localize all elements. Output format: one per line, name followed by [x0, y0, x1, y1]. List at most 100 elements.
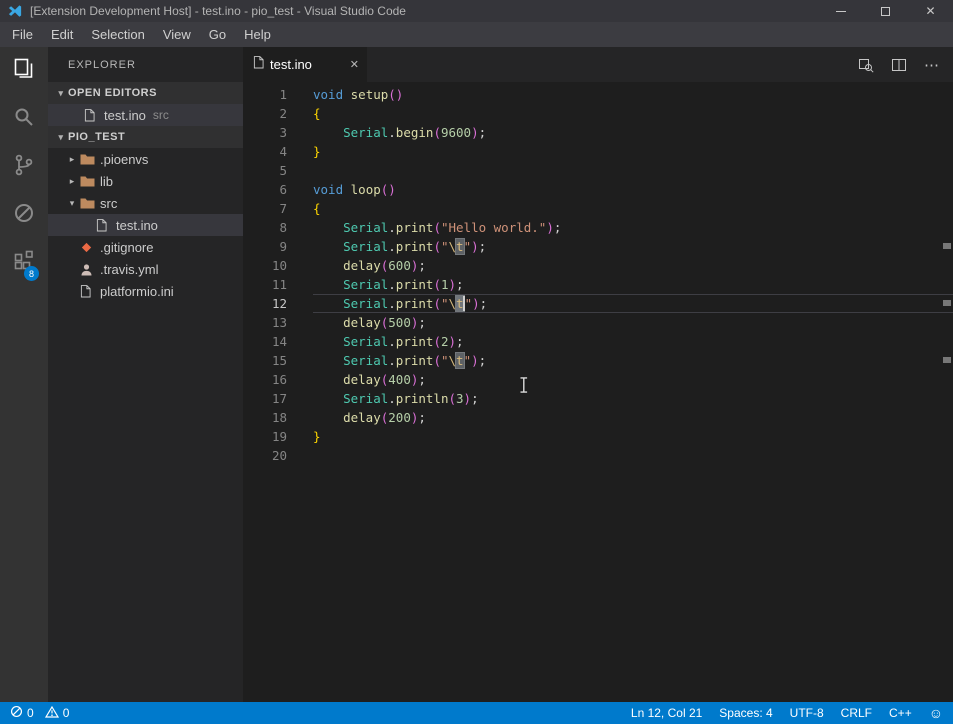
code-editor[interactable]: 1void setup()2{3 Serial.begin(9600);4}56… — [243, 82, 953, 702]
line-content[interactable]: { — [313, 199, 953, 218]
tree-item-label: .travis.yml — [100, 262, 159, 277]
code-line-9[interactable]: 9 Serial.print("\t"); — [243, 237, 953, 256]
menu-item-view[interactable]: View — [154, 22, 200, 47]
code-line-10[interactable]: 10 delay(600); — [243, 256, 953, 275]
code-line-18[interactable]: 18 delay(200); — [243, 408, 953, 427]
language-mode[interactable]: C++ — [889, 706, 912, 720]
code-line-16[interactable]: 16 delay(400); — [243, 370, 953, 389]
line-content[interactable]: Serial.print("\t"); — [313, 294, 953, 313]
code-line-1[interactable]: 1void setup() — [243, 85, 953, 104]
line-content[interactable]: } — [313, 142, 953, 161]
menu-bar: FileEditSelectionViewGoHelp — [0, 22, 953, 47]
menu-item-file[interactable]: File — [3, 22, 42, 47]
tree-item--travis-yml[interactable]: .travis.yml — [48, 258, 243, 280]
code-line-14[interactable]: 14 Serial.print(2); — [243, 332, 953, 351]
overview-ruler-mark — [943, 300, 951, 306]
line-content[interactable]: Serial.print("\t"); — [313, 351, 953, 370]
line-content[interactable]: { — [313, 104, 953, 123]
line-content[interactable]: Serial.begin(9600); — [313, 123, 953, 142]
code-line-8[interactable]: 8 Serial.print("Hello world."); — [243, 218, 953, 237]
line-content[interactable]: delay(400); — [313, 370, 953, 389]
eol-setting[interactable]: CRLF — [841, 706, 872, 720]
code-token — [313, 125, 343, 140]
code-line-3[interactable]: 3 Serial.begin(9600); — [243, 123, 953, 142]
code-line-4[interactable]: 4} — [243, 142, 953, 161]
project-header[interactable]: ▾ PIO_TEST — [48, 126, 243, 148]
menu-item-edit[interactable]: Edit — [42, 22, 82, 47]
activity-extensions[interactable]: 8 — [0, 239, 48, 287]
indentation-setting[interactable]: Spaces: 4 — [719, 706, 772, 720]
code-token: . — [388, 391, 396, 406]
line-content[interactable]: Serial.print(2); — [313, 332, 953, 351]
title-bar: [Extension Development Host] - test.ino … — [0, 0, 953, 22]
code-token: ; — [479, 353, 487, 368]
code-line-19[interactable]: 19} — [243, 427, 953, 446]
tree-item-test-ino[interactable]: test.ino — [48, 214, 243, 236]
code-line-11[interactable]: 11 Serial.print(1); — [243, 275, 953, 294]
code-token: delay — [343, 372, 381, 387]
tree-item--pioenvs[interactable]: ▸.pioenvs — [48, 148, 243, 170]
menu-item-selection[interactable]: Selection — [82, 22, 153, 47]
code-token: . — [388, 125, 396, 140]
code-line-6[interactable]: 6void loop() — [243, 180, 953, 199]
activity-debug[interactable] — [0, 191, 48, 239]
close-button[interactable]: ✕ — [908, 0, 953, 22]
code-line-7[interactable]: 7{ — [243, 199, 953, 218]
activity-search[interactable] — [0, 95, 48, 143]
maximize-button[interactable] — [863, 0, 908, 22]
line-content[interactable]: Serial.print("Hello world."); — [313, 218, 953, 237]
tree-item--gitignore[interactable]: .gitignore — [48, 236, 243, 258]
tree-item-label: .pioenvs — [100, 152, 148, 167]
line-content[interactable]: delay(200); — [313, 408, 953, 427]
scrollbar[interactable] — [941, 82, 953, 702]
line-content[interactable] — [313, 161, 953, 180]
menu-item-go[interactable]: Go — [200, 22, 235, 47]
code-token: . — [388, 353, 396, 368]
folder-icon — [80, 175, 100, 188]
line-content[interactable]: delay(500); — [313, 313, 953, 332]
menu-item-help[interactable]: Help — [235, 22, 280, 47]
code-line-15[interactable]: 15 Serial.print("\t"); — [243, 351, 953, 370]
open-editors-header[interactable]: ▾ OPEN EDITORS — [48, 82, 243, 104]
code-line-13[interactable]: 13 delay(500); — [243, 313, 953, 332]
minimize-button[interactable] — [818, 0, 863, 22]
line-content[interactable]: void loop() — [313, 180, 953, 199]
cursor-position[interactable]: Ln 12, Col 21 — [631, 706, 702, 720]
line-content[interactable]: delay(600); — [313, 256, 953, 275]
code-line-5[interactable]: 5 — [243, 161, 953, 180]
activity-source-control[interactable] — [0, 143, 48, 191]
problems-errors[interactable]: 0 — [10, 705, 34, 721]
more-actions-icon[interactable]: ⋯ — [924, 56, 940, 74]
split-editor-icon[interactable] — [891, 57, 907, 73]
code-token: 500 — [388, 315, 411, 330]
code-line-20[interactable]: 20 — [243, 446, 953, 465]
code-token — [313, 315, 343, 330]
code-line-17[interactable]: 17 Serial.println(3); — [243, 389, 953, 408]
encoding-setting[interactable]: UTF-8 — [790, 706, 824, 720]
code-lines: 1void setup()2{3 Serial.begin(9600);4}56… — [243, 85, 953, 465]
line-content[interactable]: } — [313, 427, 953, 446]
line-content[interactable] — [313, 446, 953, 465]
line-content[interactable]: Serial.print(1); — [313, 275, 953, 294]
activity-explorer[interactable] — [0, 47, 48, 95]
code-token: void — [313, 87, 343, 102]
open-editor-item[interactable]: test.inosrc — [48, 104, 243, 126]
extensions-badge: 8 — [24, 266, 39, 281]
line-content[interactable]: void setup() — [313, 85, 953, 104]
line-number: 1 — [243, 85, 313, 104]
feedback-smiley-icon[interactable]: ☺ — [929, 706, 943, 720]
code-line-12[interactable]: 12 Serial.print("\t"); — [243, 294, 953, 313]
code-line-2[interactable]: 2{ — [243, 104, 953, 123]
line-content[interactable]: Serial.print("\t"); — [313, 237, 953, 256]
tree-item-label: test.ino — [116, 218, 158, 233]
tree-item-src[interactable]: ▾src — [48, 192, 243, 214]
line-number: 19 — [243, 427, 313, 446]
tree-item-platformio-ini[interactable]: platformio.ini — [48, 280, 243, 302]
close-tab-icon[interactable]: ✕ — [350, 58, 359, 71]
code-token: ( — [433, 334, 441, 349]
line-content[interactable]: Serial.println(3); — [313, 389, 953, 408]
tab-test-ino[interactable]: test.ino ✕ — [243, 47, 367, 82]
tree-item-lib[interactable]: ▸lib — [48, 170, 243, 192]
open-preview-icon[interactable] — [858, 57, 874, 73]
problems-warnings[interactable]: 0 — [45, 706, 70, 721]
